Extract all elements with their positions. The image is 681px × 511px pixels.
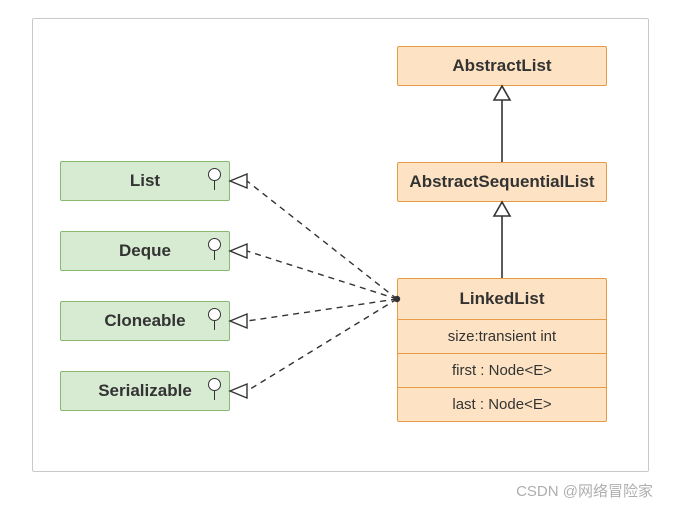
class-linkedlist: LinkedList size:transient int first : No…: [397, 278, 607, 422]
lollipop-icon: [207, 238, 221, 260]
class-label: AbstractSequentialList: [409, 172, 594, 191]
lollipop-icon: [207, 308, 221, 330]
interface-label: Deque: [119, 241, 171, 260]
class-abstractsequentiallist: AbstractSequentialList: [397, 162, 607, 202]
lollipop-icon: [207, 168, 221, 190]
class-field: size:transient int: [398, 319, 606, 353]
interface-serializable: Serializable: [60, 371, 230, 411]
interface-list: List: [60, 161, 230, 201]
interface-label: Cloneable: [104, 311, 185, 330]
class-abstractlist: AbstractList: [397, 46, 607, 86]
lollipop-icon: [207, 378, 221, 400]
interface-deque: Deque: [60, 231, 230, 271]
class-field: last : Node<E>: [398, 387, 606, 421]
interface-label: List: [130, 171, 160, 190]
class-field: first : Node<E>: [398, 353, 606, 387]
watermark: CSDN @网络冒险家: [516, 480, 653, 501]
class-name: LinkedList: [398, 279, 606, 319]
class-label: AbstractList: [452, 56, 551, 75]
interface-label: Serializable: [98, 381, 192, 400]
interface-cloneable: Cloneable: [60, 301, 230, 341]
